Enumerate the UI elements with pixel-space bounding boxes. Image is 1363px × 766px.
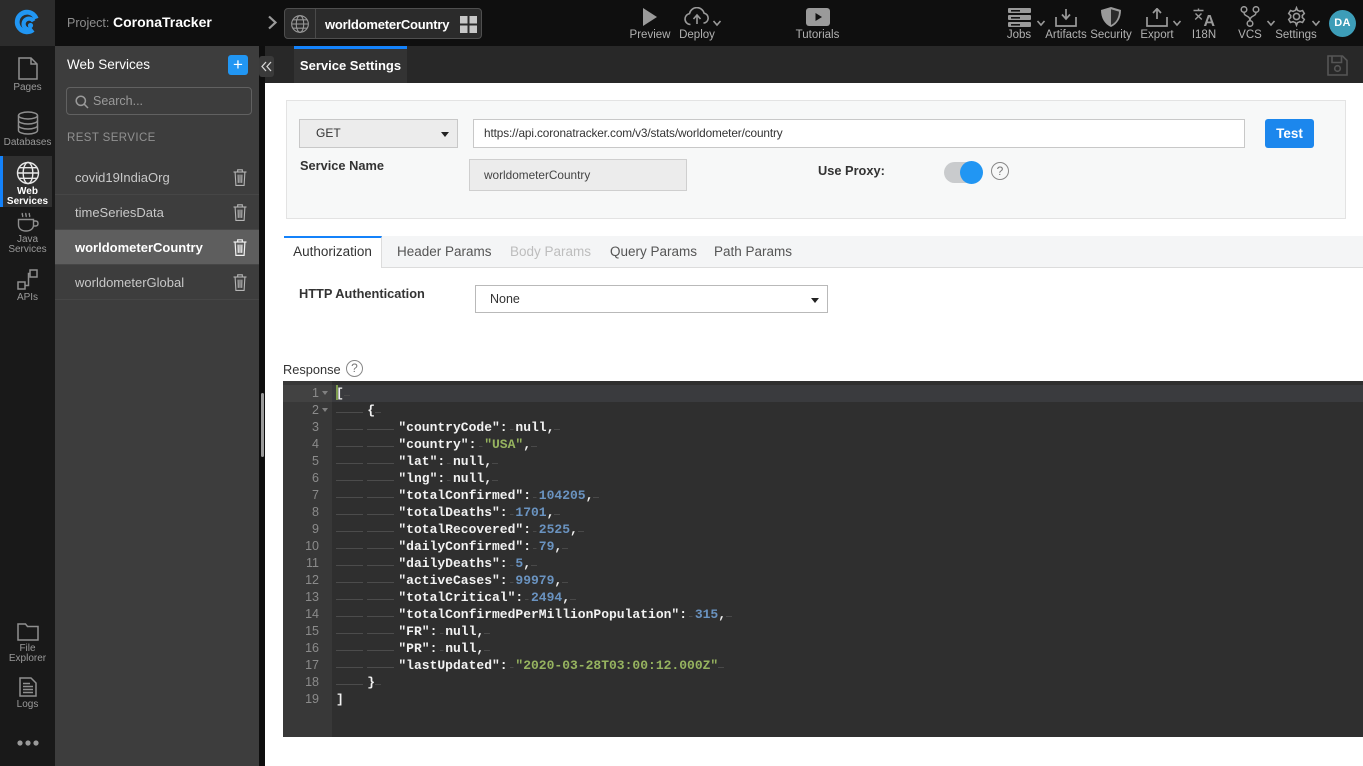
svg-text:A: A	[1204, 13, 1216, 27]
